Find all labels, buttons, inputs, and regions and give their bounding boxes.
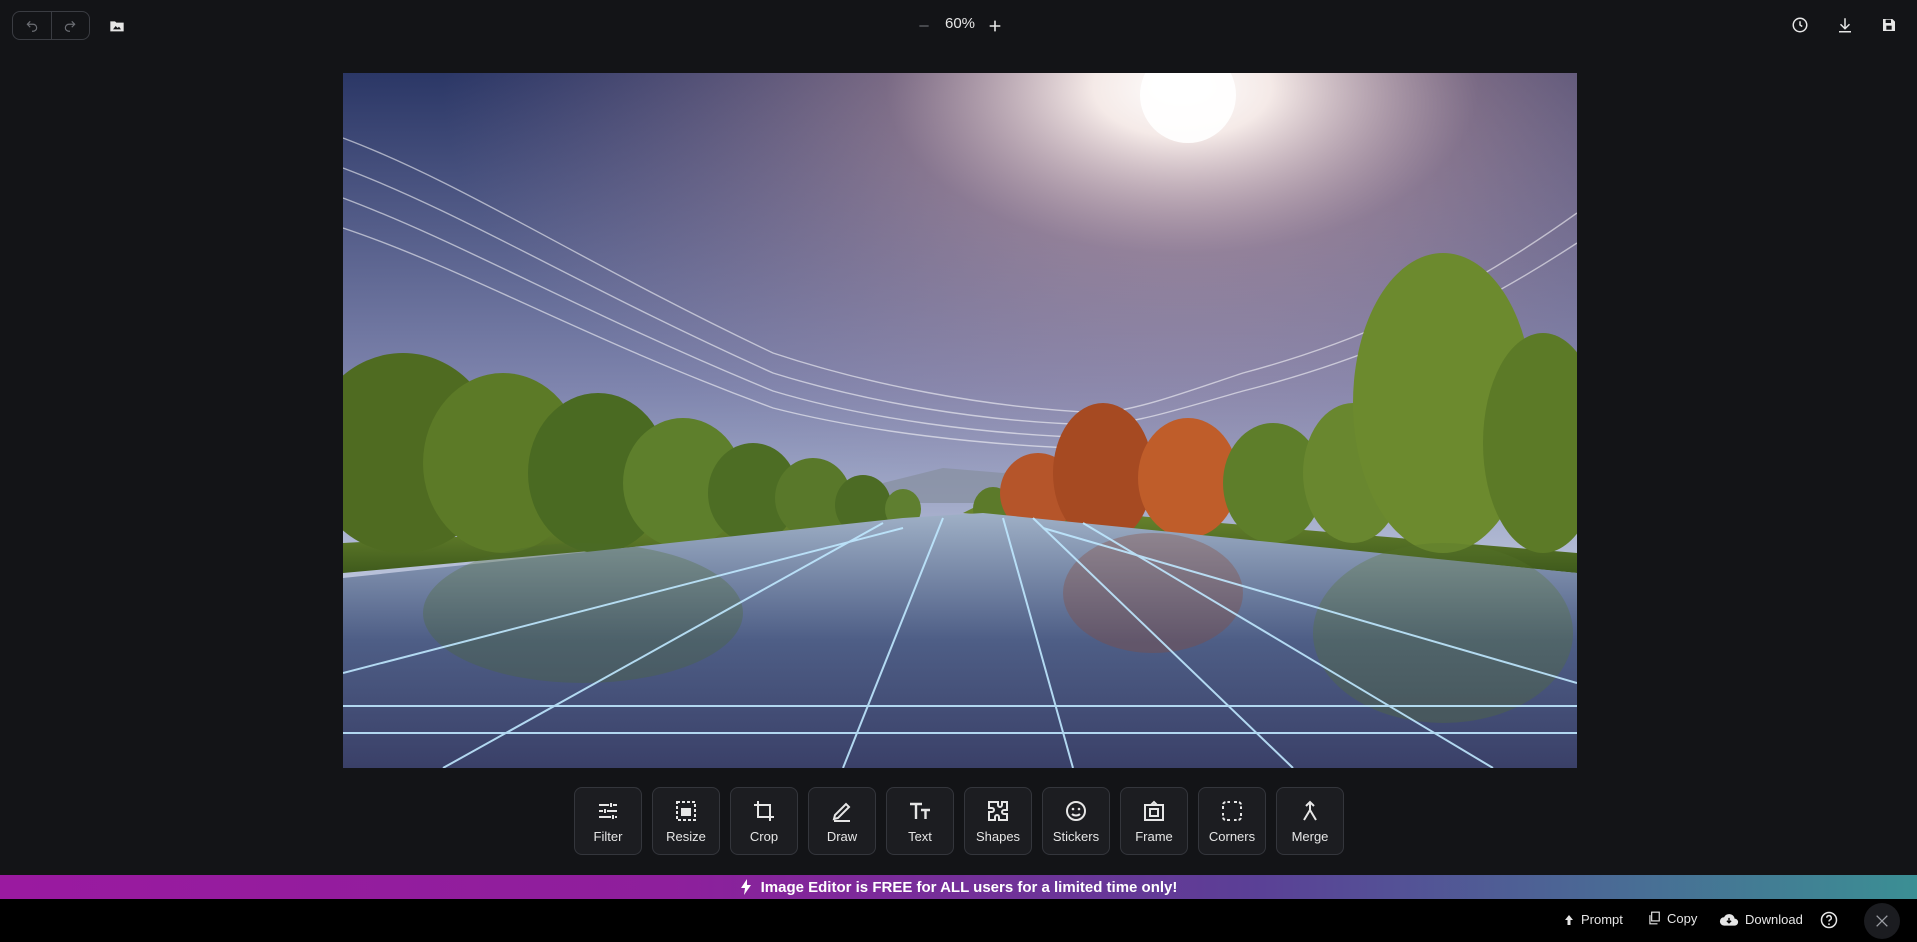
redo-button[interactable] — [50, 12, 90, 39]
tool-palette: Filter Resize Crop Draw Text Shapes Stic… — [574, 787, 1344, 855]
folder-image-icon — [110, 21, 124, 32]
history-icon — [1792, 17, 1808, 33]
prompt-label: Prompt — [1581, 912, 1623, 927]
sticker-icon — [1066, 800, 1086, 821]
download-icon — [1839, 18, 1851, 33]
tool-shapes[interactable]: Shapes — [964, 787, 1032, 855]
save-button[interactable] — [1876, 12, 1902, 38]
prompt-button[interactable]: Prompt — [1563, 912, 1623, 927]
download-image-button[interactable]: Download — [1719, 912, 1803, 927]
sliders-icon — [599, 802, 617, 819]
history-button[interactable] — [1787, 12, 1813, 38]
cloud-download-icon — [1719, 913, 1739, 926]
copy-icon — [1649, 911, 1660, 925]
download-label: Download — [1745, 912, 1803, 927]
tool-filter[interactable]: Filter — [574, 787, 642, 855]
promo-banner[interactable]: Image Editor is FREE for ALL users for a… — [0, 875, 1917, 899]
pin-icon — [1565, 914, 1573, 925]
banner-text: Image Editor is FREE for ALL users for a… — [760, 878, 1178, 896]
merge-icon — [1303, 800, 1317, 821]
download-button[interactable] — [1832, 12, 1858, 38]
shapes-icon — [988, 800, 1008, 821]
tool-label: Draw — [826, 828, 858, 844]
zoom-level: 60% — [944, 15, 976, 32]
tool-stickers[interactable]: Stickers — [1042, 787, 1110, 855]
tool-label: Shapes — [975, 828, 1021, 844]
image-canvas[interactable] — [343, 73, 1577, 768]
resize-icon — [676, 800, 696, 821]
undo-button[interactable] — [13, 12, 51, 39]
copy-label: Copy — [1667, 910, 1698, 926]
zoom-out-button[interactable] — [911, 13, 937, 39]
tool-label: Crop — [749, 828, 779, 844]
tool-label: Filter — [593, 828, 623, 844]
tool-label: Stickers — [1052, 828, 1100, 844]
tool-draw[interactable]: Draw — [808, 787, 876, 855]
undo-redo-group — [12, 11, 90, 40]
tool-label: Frame — [1135, 828, 1173, 844]
help-button[interactable] — [1820, 911, 1844, 929]
close-icon — [1876, 915, 1888, 927]
save-icon — [1883, 19, 1895, 31]
edited-image — [343, 73, 1577, 768]
tool-text[interactable]: Text — [886, 787, 954, 855]
text-icon — [910, 802, 930, 819]
tool-frame[interactable]: Frame — [1120, 787, 1188, 855]
tool-label: Merge — [1291, 828, 1329, 844]
top-toolbar: 60% — [0, 0, 1917, 52]
frame-icon — [1144, 800, 1164, 821]
tool-label: Corners — [1208, 828, 1256, 844]
tool-label: Text — [908, 828, 932, 844]
close-button[interactable] — [1864, 903, 1900, 939]
pencil-icon — [832, 802, 851, 822]
plus-icon — [989, 20, 1001, 32]
crop-icon — [754, 800, 774, 821]
tool-resize[interactable]: Resize — [652, 787, 720, 855]
help-icon — [1820, 911, 1838, 929]
bottom-bar: Prompt Copy Download — [0, 899, 1917, 942]
tool-corners[interactable]: Corners — [1198, 787, 1266, 855]
copy-button[interactable]: Copy — [1647, 910, 1697, 926]
undo-icon — [26, 20, 37, 32]
zoom-in-button[interactable] — [982, 13, 1008, 39]
minus-icon — [919, 25, 929, 27]
lightning-icon — [740, 879, 752, 895]
tool-crop[interactable]: Crop — [730, 787, 798, 855]
corners-icon — [1222, 800, 1242, 821]
open-image-button[interactable] — [104, 13, 130, 39]
tool-label: Resize — [666, 828, 706, 844]
redo-icon — [65, 20, 76, 32]
tool-merge[interactable]: Merge — [1276, 787, 1344, 855]
